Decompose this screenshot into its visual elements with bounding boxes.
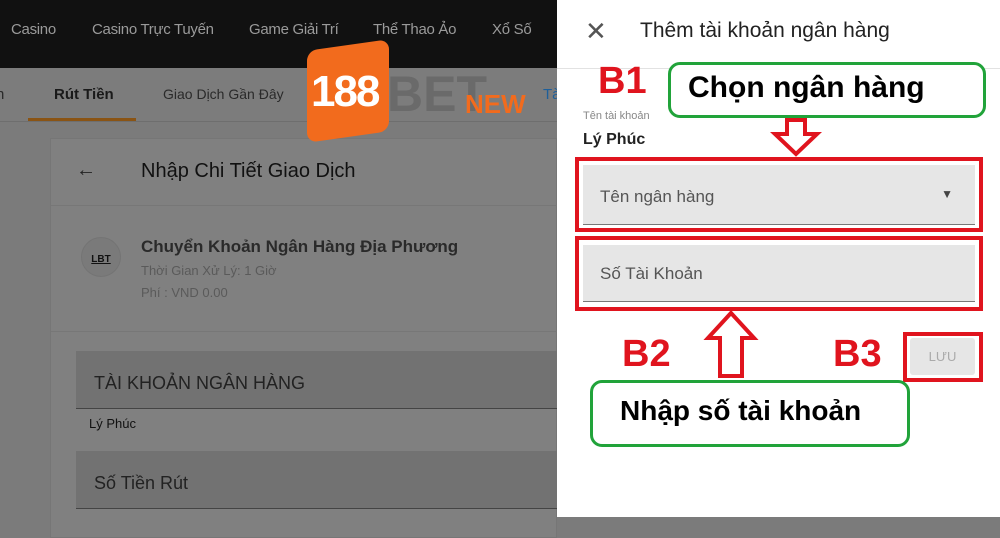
step2-callout: Nhập số tài khoản bbox=[590, 380, 910, 447]
bank-select-placeholder: Tên ngân hàng bbox=[600, 187, 715, 206]
step1-callout: Chọn ngân hàng bbox=[668, 62, 986, 118]
processing-time: Thời Gian Xử Lý: 1 Giờ bbox=[141, 263, 277, 278]
fee: Phí : VND 0.00 bbox=[141, 285, 228, 300]
method-name: Chuyển Khoản Ngân Hàng Địa Phương bbox=[141, 237, 459, 256]
bank-transfer-icon: LBT bbox=[81, 237, 121, 277]
bank-account-field[interactable]: TÀI KHOẢN NGÂN HÀNG bbox=[76, 351, 566, 409]
panel-title: Thêm tài khoản ngân hàng bbox=[640, 19, 890, 42]
card-title: Nhập Chi Tiết Giao Dịch bbox=[141, 160, 356, 182]
active-tab-indicator bbox=[28, 118, 136, 121]
tab-withdraw[interactable]: Rút Tiền bbox=[54, 86, 114, 103]
bank-name-select[interactable]: Tên ngân hàng ▼ bbox=[583, 165, 975, 225]
step-b3-label: B3 bbox=[833, 333, 882, 375]
arrow-up-icon bbox=[703, 310, 759, 378]
transaction-card: ← Nhập Chi Tiết Giao Dịch LBT Chuyển Kho… bbox=[50, 138, 566, 538]
step-b2-label: B2 bbox=[622, 333, 671, 375]
nav-lottery[interactable]: Xổ Số bbox=[492, 21, 532, 38]
nav-virtual-sports[interactable]: Thể Thao Ảo bbox=[373, 21, 456, 38]
nav-games[interactable]: Game Giải Trí bbox=[249, 21, 339, 38]
close-icon[interactable]: ✕ bbox=[585, 16, 607, 47]
back-arrow-icon[interactable]: ← bbox=[76, 159, 96, 182]
save-button[interactable]: LƯU bbox=[910, 338, 975, 375]
nav-casino[interactable]: Casino bbox=[11, 21, 56, 38]
card-header: ← Nhập Chi Tiết Giao Dịch bbox=[51, 139, 558, 206]
account-number-input[interactable]: Số Tài Khoản bbox=[583, 245, 975, 302]
withdraw-amount-field[interactable]: Số Tiền Rút bbox=[76, 451, 566, 509]
dropdown-arrow-icon: ▼ bbox=[941, 187, 953, 201]
tab-recent-transactions[interactable]: Giao Dịch Gần Đây bbox=[163, 86, 284, 102]
add-bank-account-panel: ✕ Thêm tài khoản ngân hàng Tên tài khoản… bbox=[557, 0, 1000, 517]
divider bbox=[51, 331, 558, 332]
nav-live-casino[interactable]: Casino Trực Tuyến bbox=[92, 21, 214, 38]
step-b1-label: B1 bbox=[598, 60, 647, 102]
logo: 188 BET NEW bbox=[305, 39, 530, 143]
account-name-value: Lý Phúc bbox=[583, 131, 646, 148]
account-name-label: Tên tài khoản bbox=[583, 110, 650, 122]
tab-partial[interactable]: n bbox=[0, 86, 4, 103]
bank-account-value: Lý Phúc bbox=[89, 416, 136, 431]
arrow-down-icon bbox=[770, 118, 822, 157]
